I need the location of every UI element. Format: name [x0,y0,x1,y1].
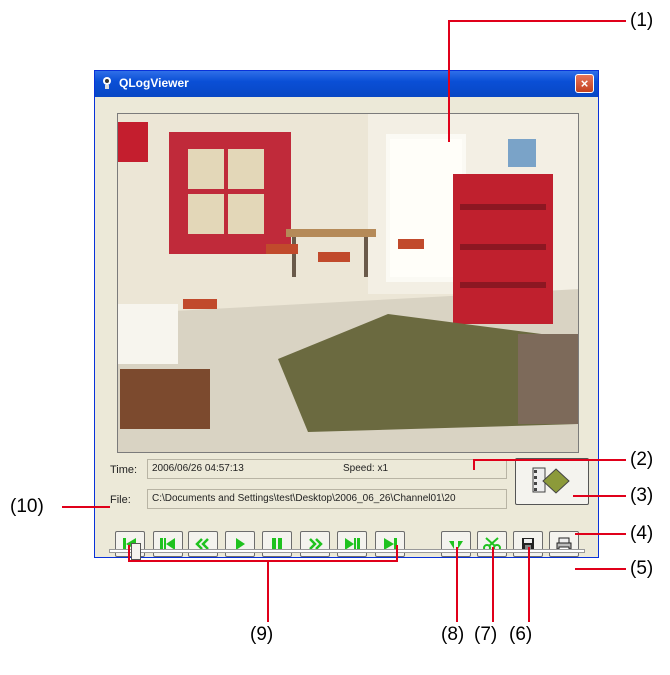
leader-4 [575,533,626,535]
callout-1: (1) [630,10,654,31]
callout-4: (4) [630,523,654,544]
leader-2v [473,459,475,470]
leader-9h [128,560,398,562]
leader-5 [575,568,626,570]
leader-8 [456,547,458,622]
time-field: 2006/06/26 04:57:13 Speed: x1 [147,459,507,479]
callout-5: (5) [630,558,654,579]
film-diamond-icon [532,467,570,494]
callout-7: (7) [474,624,498,645]
camera-image [118,114,578,452]
leader-7 [492,547,494,622]
time-value: 2006/06/26 04:57:13 [152,463,244,474]
leader-6 [528,547,530,622]
camera-icon [103,77,111,89]
leader-9l [128,545,130,562]
leader-1h [448,20,626,22]
leader-1v [448,20,450,142]
time-label: Time: [110,464,138,476]
timeline-slider[interactable] [109,541,585,560]
slider-thumb[interactable] [131,543,141,560]
leader-3 [573,495,626,497]
callout-3: (3) [630,485,654,506]
qlogviewer-window: QLogViewer × Time: 2006/06/26 04:57:13 S… [94,70,599,560]
file-path-value: C:\Documents and Settings\test\Desktop\2… [152,493,456,504]
callout-6: (6) [509,624,533,645]
callout-10: (10) [10,496,44,517]
close-icon: × [580,76,589,91]
close-button[interactable]: × [575,74,594,93]
leader-2h [473,459,626,461]
speed-value: Speed: x1 [343,463,389,474]
file-label: File: [110,494,131,506]
title-bar[interactable]: QLogViewer × [95,71,598,97]
open-file-button[interactable] [515,458,589,505]
slider-track [109,549,585,553]
callout-9: (9) [250,624,274,645]
callout-8: (8) [441,624,465,645]
callout-2: (2) [630,449,654,470]
leader-10 [62,506,110,508]
window-title: QLogViewer [119,76,189,90]
leader-9r [396,545,398,562]
leader-9v [267,560,269,622]
video-display [117,113,579,453]
file-field: C:\Documents and Settings\test\Desktop\2… [147,489,507,509]
